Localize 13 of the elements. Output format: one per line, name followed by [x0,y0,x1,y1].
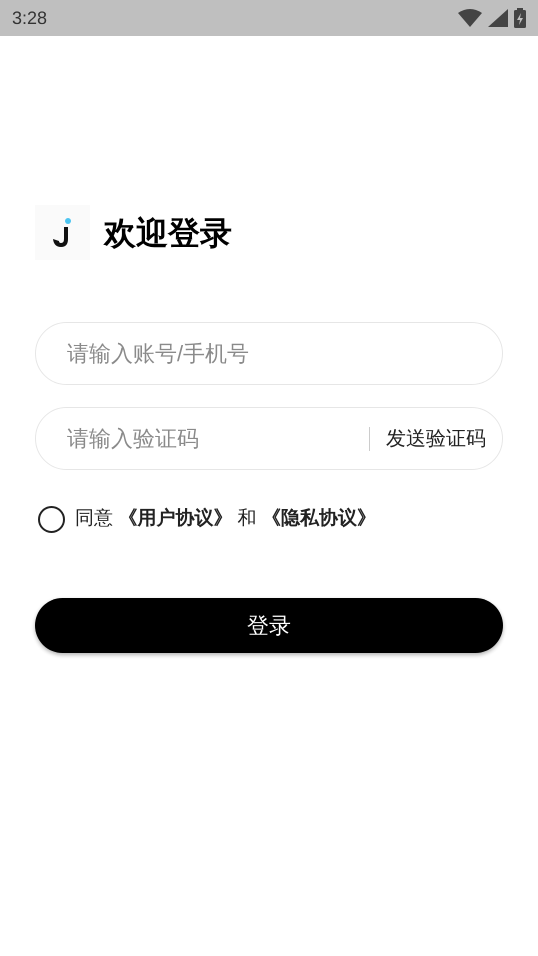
user-agreement-link[interactable]: 《用户协议》 [118,508,232,529]
signal-icon [488,9,508,27]
agreement-text: 同意 《用户协议》 和 《隐私协议》 [75,506,376,531]
battery-icon [514,8,526,28]
privacy-policy-link[interactable]: 《隐私协议》 [262,508,376,529]
welcome-title: 欢迎登录 [104,214,232,252]
status-time: 3:28 [12,6,48,30]
agree-checkbox[interactable] [38,506,65,533]
account-field[interactable]: 请输入账号/手机号 [35,322,503,385]
wifi-icon [458,9,482,27]
login-button[interactable]: 登录 [35,598,503,652]
send-code-button[interactable]: 发送验证码 [386,424,486,454]
code-field[interactable]: 请输入验证码 发送验证码 [35,407,503,470]
